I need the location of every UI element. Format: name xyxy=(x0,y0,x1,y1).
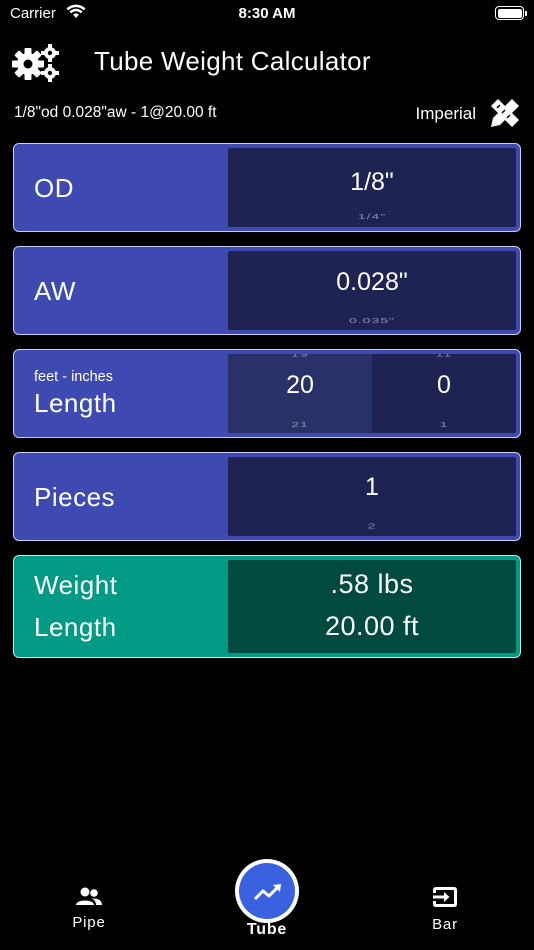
feet-value: 20 xyxy=(286,371,314,399)
od-label: OD xyxy=(34,173,74,203)
exit-icon xyxy=(433,887,457,907)
feet-picker[interactable]: 19 20 21 xyxy=(228,354,372,433)
page-title: Tube Weight Calculator xyxy=(94,46,371,76)
weight-label: Weight xyxy=(34,570,118,600)
calculation-summary: 1/8"od 0.028"aw - 1@20.00 ft xyxy=(14,104,217,121)
length-picker: 19 20 21 11 0 1 xyxy=(228,354,516,433)
aw-picker[interactable]: 0.028" 0.035" xyxy=(228,251,516,330)
tab-tube[interactable] xyxy=(235,859,299,923)
gears-icon[interactable] xyxy=(12,42,60,82)
units-label[interactable]: Imperial xyxy=(416,104,476,124)
od-picker[interactable]: 1/8" 1/4" xyxy=(228,148,516,227)
ruler-pencil-icon[interactable] xyxy=(488,96,522,130)
inches-next-option: 1 xyxy=(439,419,449,429)
result-length-label: Length xyxy=(34,612,117,642)
people-icon xyxy=(76,887,102,905)
battery-icon xyxy=(495,6,527,20)
aw-row: AW 0.028" 0.035" xyxy=(13,246,521,335)
feet-prev-option: 19 xyxy=(291,354,309,358)
tab-bar[interactable]: Bar xyxy=(418,884,472,933)
trending-up-icon xyxy=(253,884,281,901)
feet-next-option: 21 xyxy=(291,419,309,429)
tab-tube-label: Tube xyxy=(246,921,288,938)
pieces-picker[interactable]: 1 2 xyxy=(228,457,516,536)
weight-value: .58 lbs xyxy=(330,569,414,599)
tab-pipe[interactable]: Pipe xyxy=(60,886,118,931)
aw-value: 0.028" xyxy=(336,268,408,296)
clock: 8:30 AM xyxy=(238,5,296,22)
aw-label: AW xyxy=(34,276,76,306)
result-length-value: 20.00 ft xyxy=(324,611,420,641)
pieces-label: Pieces xyxy=(34,482,116,512)
pieces-next-option: 2 xyxy=(367,521,377,531)
od-value: 1/8" xyxy=(350,168,394,196)
status-bar: Carrier 8:30 AM xyxy=(0,0,534,30)
length-label: Length xyxy=(34,388,117,418)
tab-bar-label: Bar xyxy=(432,916,458,933)
pieces-value: 1 xyxy=(365,473,379,501)
aw-next-option: 0.035" xyxy=(348,315,395,325)
result-row: Weight Length .58 lbs 20.00 ft xyxy=(13,555,521,658)
tab-pipe-label: Pipe xyxy=(72,914,106,931)
inches-picker[interactable]: 11 0 1 xyxy=(372,354,516,433)
pieces-row: Pieces 1 2 xyxy=(13,452,521,541)
inches-prev-option: 11 xyxy=(435,354,453,358)
length-sublabel: feet - inches xyxy=(34,369,113,385)
inches-value: 0 xyxy=(437,371,451,399)
length-row: feet - inches Length 19 20 21 11 0 1 xyxy=(13,349,521,438)
result-panel: .58 lbs 20.00 ft xyxy=(228,560,516,653)
od-row: OD 1/8" 1/4" xyxy=(13,143,521,232)
od-next-option: 1/4" xyxy=(357,211,387,221)
tube-icon-circle xyxy=(239,863,295,919)
